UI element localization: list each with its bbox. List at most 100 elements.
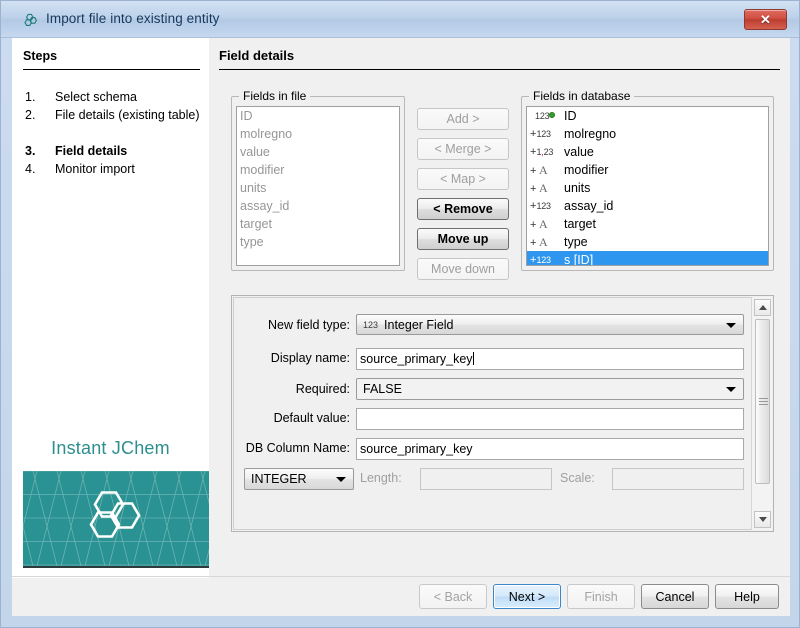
list-item-target[interactable]: + A target <box>527 215 768 233</box>
cancel-button[interactable]: Cancel <box>641 584 709 609</box>
field-label: units <box>564 179 590 197</box>
field-label: modifier <box>564 161 608 179</box>
text-caret <box>473 352 474 365</box>
new-field-type-value: Integer Field <box>384 318 453 332</box>
title-bar: Import file into existing entity ✕ <box>1 1 799 38</box>
list-item[interactable]: units <box>237 179 399 197</box>
page-title-divider <box>219 69 780 70</box>
list-item-type[interactable]: + A type <box>527 233 768 251</box>
list-item[interactable]: molregno <box>237 125 399 143</box>
display-name-label: Display name: <box>244 351 350 365</box>
scrollbar-thumb[interactable] <box>755 319 770 484</box>
footer-bar: < Back Next > Finish Cancel Help <box>12 578 790 616</box>
list-item-units[interactable]: + A units <box>527 179 768 197</box>
field-label: ID <box>564 107 577 125</box>
jchem-logo-icon <box>85 488 147 549</box>
list-item[interactable]: value <box>237 143 399 161</box>
list-item-modifier[interactable]: + A modifier <box>527 161 768 179</box>
sql-type-value: INTEGER <box>251 472 307 486</box>
next-button-label: Next > <box>509 590 545 604</box>
fields-in-database-list[interactable]: 123 ID +123 molregno +1,23 value <box>526 106 769 266</box>
number-key-icon: 123 <box>530 107 564 125</box>
new-field-type-label: New field type: <box>244 318 350 332</box>
finish-button-label: Finish <box>584 590 617 604</box>
grip-icon <box>759 398 768 407</box>
list-item[interactable]: type <box>237 233 399 251</box>
new-field-type-combo[interactable]: 123 Integer Field <box>356 314 744 335</box>
move-up-button[interactable]: Move up <box>417 228 509 250</box>
display-name-input[interactable]: source_primary_key <box>356 348 744 370</box>
jchem-hexagon-icon <box>23 12 39 28</box>
next-button[interactable]: Next > <box>493 584 561 609</box>
text-icon: + A <box>530 179 564 198</box>
list-item-value[interactable]: +1,23 value <box>527 143 768 161</box>
list-item[interactable]: assay_id <box>237 197 399 215</box>
field-label: value <box>564 143 594 161</box>
form-scrollbar[interactable] <box>751 297 772 530</box>
list-item[interactable]: modifier <box>237 161 399 179</box>
triangle-down-icon <box>759 517 767 522</box>
map-button-label: < Map > <box>440 172 486 186</box>
fields-in-file-list[interactable]: ID molregno value modifier units assay_i… <box>236 106 400 266</box>
list-item-id[interactable]: 123 ID <box>527 107 768 125</box>
db-column-name-input[interactable]: source_primary_key <box>356 438 744 460</box>
close-button[interactable]: ✕ <box>744 9 787 30</box>
move-down-button-label: Move down <box>431 262 495 276</box>
content-panel: Field details Fields in file ID molregno… <box>209 38 790 616</box>
scale-label: Scale: <box>560 471 604 485</box>
step-label: Select schema <box>55 88 205 106</box>
back-button-label: < Back <box>434 590 473 604</box>
required-label: Required: <box>244 382 350 396</box>
required-combo[interactable]: FALSE <box>356 378 744 400</box>
back-button[interactable]: < Back <box>419 584 487 609</box>
sql-type-combo[interactable]: INTEGER <box>244 468 354 490</box>
remove-button[interactable]: < Remove <box>417 198 509 220</box>
scroll-down-button[interactable] <box>754 511 771 528</box>
decimal-number-icon: +1,23 <box>530 143 564 161</box>
move-up-button-label: Move up <box>438 232 489 246</box>
field-label: s [ID] <box>564 251 593 266</box>
step-number: 2. <box>25 106 47 124</box>
length-input[interactable] <box>420 468 552 490</box>
field-label: target <box>564 215 596 233</box>
required-value: FALSE <box>363 382 402 396</box>
finish-button[interactable]: Finish <box>567 584 635 609</box>
field-properties-panel: New field type: 123 Integer Field Displa… <box>231 295 774 532</box>
steps-divider <box>23 69 200 70</box>
cancel-button-label: Cancel <box>656 590 695 604</box>
db-column-name-label: DB Column Name: <box>240 441 350 455</box>
default-value-input[interactable] <box>356 408 744 430</box>
display-name-value: source_primary_key <box>360 352 473 366</box>
steps-panel: Steps 1. Select schema 2. File details (… <box>12 38 209 578</box>
chevron-down-icon <box>726 387 736 392</box>
add-button[interactable]: Add > <box>417 108 509 130</box>
step-number: 3. <box>25 142 47 160</box>
list-item-molregno[interactable]: +123 molregno <box>527 125 768 143</box>
field-label: type <box>564 233 588 251</box>
close-icon: ✕ <box>760 12 771 28</box>
list-item[interactable]: target <box>237 215 399 233</box>
step-label: Field details <box>55 142 205 160</box>
list-item-assay-id[interactable]: +123 assay_id <box>527 197 768 215</box>
length-label: Length: <box>360 471 410 485</box>
triangle-up-icon <box>759 305 767 310</box>
help-button[interactable]: Help <box>715 584 779 609</box>
db-column-name-value: source_primary_key <box>360 442 473 456</box>
scale-input[interactable] <box>612 468 744 490</box>
move-down-button[interactable]: Move down <box>417 258 509 280</box>
list-item-selected[interactable]: +123 s [ID] <box>527 251 768 266</box>
list-item[interactable]: ID <box>237 107 399 125</box>
field-label: molregno <box>564 125 616 143</box>
step-label: Monitor import <box>55 160 205 178</box>
fields-in-database-legend: Fields in database <box>529 89 634 103</box>
merge-button[interactable]: < Merge > <box>417 138 509 160</box>
scroll-up-button[interactable] <box>754 299 771 316</box>
chevron-down-icon <box>336 477 346 482</box>
number-icon: +123 <box>530 251 564 266</box>
remove-button-label: < Remove <box>433 202 492 216</box>
fields-in-file-legend: Fields in file <box>239 89 310 103</box>
text-icon: + A <box>530 161 564 180</box>
step-number: 1. <box>25 88 47 106</box>
field-properties-form: New field type: 123 Integer Field Displa… <box>233 297 752 530</box>
map-button[interactable]: < Map > <box>417 168 509 190</box>
